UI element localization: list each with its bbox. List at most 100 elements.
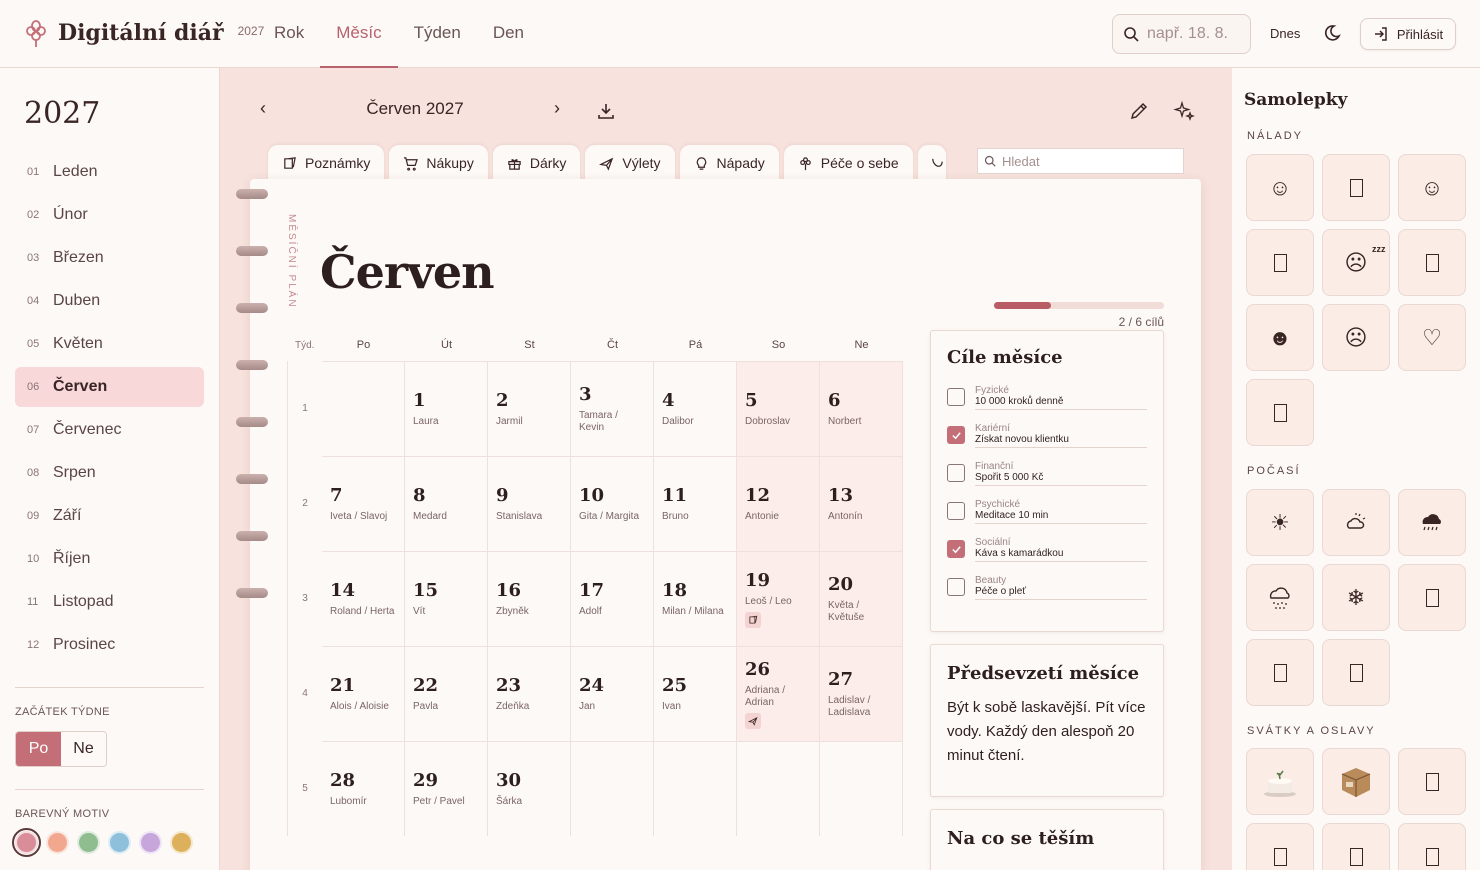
sidebar-month-item[interactable]: 01 Leden bbox=[15, 152, 204, 192]
holiday-sticker[interactable] bbox=[1246, 748, 1314, 815]
sidebar-month-item[interactable]: 05 Květen bbox=[15, 324, 204, 364]
goal-checkbox[interactable] bbox=[947, 426, 965, 444]
color-swatch[interactable] bbox=[170, 831, 193, 854]
sidebar-month-item[interactable]: 04 Duben bbox=[15, 281, 204, 321]
calendar-day-cell[interactable]: 12 Antonie bbox=[737, 456, 820, 551]
color-swatch[interactable] bbox=[139, 831, 162, 854]
holiday-sticker[interactable] bbox=[1398, 748, 1466, 815]
sparkle-icon[interactable] bbox=[1173, 100, 1195, 122]
goal-text[interactable]: Fyzické 10 000 kroků denně bbox=[975, 385, 1147, 410]
day-entry-marker[interactable] bbox=[745, 713, 761, 729]
calendar-day-cell[interactable]: 4 Dalibor bbox=[654, 361, 737, 456]
mood-sticker[interactable]: ☻ bbox=[1246, 304, 1314, 371]
calendar-day-cell[interactable]: 19 Leoš / Leo bbox=[737, 551, 820, 646]
weather-sticker[interactable] bbox=[1322, 489, 1390, 556]
holiday-sticker[interactable] bbox=[1322, 748, 1390, 815]
tab-month[interactable]: Měsíc bbox=[320, 0, 398, 68]
holiday-sticker[interactable] bbox=[1398, 823, 1466, 870]
mood-sticker[interactable]: ☹ bbox=[1322, 304, 1390, 371]
goal-text[interactable]: Sociální Káva s kamarádkou bbox=[975, 537, 1147, 562]
calendar-day-cell[interactable]: 28 Lubomír bbox=[322, 741, 405, 836]
goal-checkbox[interactable] bbox=[947, 540, 965, 558]
mood-sticker[interactable] bbox=[1246, 379, 1314, 446]
calendar-day-cell[interactable]: 14 Roland / Herta bbox=[322, 551, 405, 646]
weather-sticker[interactable]: ☀ bbox=[1246, 489, 1314, 556]
calendar-day-cell[interactable]: 29 Petr / Pavel bbox=[405, 741, 488, 836]
calendar-day-cell[interactable]: 17 Adolf bbox=[571, 551, 654, 646]
notebook-tab[interactable]: Péče o sebe bbox=[783, 145, 913, 181]
notebook-tab[interactable]: Nákupy bbox=[389, 145, 488, 181]
login-button[interactable]: Přihlásit bbox=[1360, 18, 1456, 50]
calendar-day-cell[interactable]: 25 Ivan bbox=[654, 646, 737, 741]
sidebar-month-item[interactable]: 10 Říjen bbox=[15, 539, 204, 579]
goal-text[interactable]: Finanční Spořit 5 000 Kč bbox=[975, 461, 1147, 486]
calendar-day-cell[interactable]: 2 Jarmil bbox=[488, 361, 571, 456]
calendar-day-cell[interactable]: 27 Ladislav / Ladislava bbox=[820, 646, 903, 741]
week-start-sunday[interactable]: Ne bbox=[61, 732, 106, 766]
calendar-day-cell[interactable]: 23 Zdeňka bbox=[488, 646, 571, 741]
color-swatch[interactable] bbox=[108, 831, 131, 854]
notebook-tab-more[interactable] bbox=[917, 145, 946, 181]
sidebar-month-item[interactable]: 03 Březen bbox=[15, 238, 204, 278]
mood-sticker[interactable] bbox=[1246, 229, 1314, 296]
mood-sticker[interactable]: ☺ bbox=[1246, 154, 1314, 221]
next-month-icon[interactable]: › bbox=[554, 98, 570, 119]
weather-sticker[interactable] bbox=[1246, 564, 1314, 631]
calendar-day-cell[interactable]: 26 Adriana / Adrian bbox=[737, 646, 820, 741]
weather-sticker[interactable] bbox=[1398, 564, 1466, 631]
sidebar-month-item[interactable]: 12 Prosinec bbox=[15, 625, 204, 665]
calendar-day-cell[interactable]: 16 Zbyněk bbox=[488, 551, 571, 646]
tab-day[interactable]: Den bbox=[477, 0, 540, 68]
sidebar-month-item[interactable]: 02 Únor bbox=[15, 195, 204, 235]
color-swatch[interactable] bbox=[12, 828, 41, 857]
calendar-day-cell[interactable]: 1 Laura bbox=[405, 361, 488, 456]
calendar-day-cell[interactable]: 3 Tamara / Kevin bbox=[571, 361, 654, 456]
app-logo[interactable]: Digitální diář 2027 bbox=[24, 18, 264, 48]
mood-sticker[interactable] bbox=[1322, 154, 1390, 221]
tab-year[interactable]: Rok bbox=[258, 0, 320, 68]
calendar-day-cell[interactable]: 24 Jan bbox=[571, 646, 654, 741]
weather-sticker[interactable] bbox=[1398, 489, 1466, 556]
moon-icon[interactable] bbox=[1324, 22, 1346, 44]
sidebar-month-item[interactable]: 08 Srpen bbox=[15, 453, 204, 493]
calendar-day-cell[interactable]: 7 Iveta / Slavoj bbox=[322, 456, 405, 551]
tab-week[interactable]: Týden bbox=[398, 0, 477, 68]
calendar-day-cell[interactable]: 8 Medard bbox=[405, 456, 488, 551]
sidebar-month-item[interactable]: 09 Září bbox=[15, 496, 204, 536]
sidebar-month-item[interactable]: 06 Červen bbox=[15, 367, 204, 407]
calendar-day-cell[interactable]: 21 Alois / Aloisie bbox=[322, 646, 405, 741]
mood-sticker[interactable] bbox=[1398, 229, 1466, 296]
calendar-day-cell[interactable]: 9 Stanislava bbox=[488, 456, 571, 551]
holiday-sticker[interactable] bbox=[1246, 823, 1314, 870]
weather-sticker[interactable]: ❄ bbox=[1322, 564, 1390, 631]
holiday-sticker[interactable] bbox=[1322, 823, 1390, 870]
notebook-tab[interactable]: Dárky bbox=[492, 145, 581, 181]
weather-sticker[interactable] bbox=[1322, 639, 1390, 706]
goal-checkbox[interactable] bbox=[947, 464, 965, 482]
mood-sticker[interactable]: ☺ bbox=[1398, 154, 1466, 221]
mood-sticker[interactable]: ☹ zzz bbox=[1322, 229, 1390, 296]
goal-text[interactable]: Psychické Meditace 10 min bbox=[975, 499, 1147, 524]
calendar-day-cell[interactable]: 30 Šárka bbox=[488, 741, 571, 836]
tab-search-input[interactable] bbox=[1002, 153, 1182, 169]
notebook-tab[interactable]: Poznámky bbox=[268, 145, 385, 181]
calendar-day-cell[interactable]: 10 Gita / Margita bbox=[571, 456, 654, 551]
calendar-day-cell[interactable]: 5 Dobroslav bbox=[737, 361, 820, 456]
sidebar-month-item[interactable]: 11 Listopad bbox=[15, 582, 204, 622]
download-icon[interactable] bbox=[597, 102, 615, 120]
resolution-text[interactable]: Být k sobě laskavější. Pít více vody. Ka… bbox=[947, 696, 1147, 768]
color-swatch[interactable] bbox=[77, 831, 100, 854]
calendar-day-cell[interactable]: 15 Vít bbox=[405, 551, 488, 646]
calendar-day-cell[interactable]: 11 Bruno bbox=[654, 456, 737, 551]
calendar-day-cell[interactable]: 13 Antonín bbox=[820, 456, 903, 551]
calendar-day-cell[interactable]: 20 Květa / Květuše bbox=[820, 551, 903, 646]
sidebar-month-item[interactable]: 07 Červenec bbox=[15, 410, 204, 450]
goal-checkbox[interactable] bbox=[947, 578, 965, 596]
day-entry-marker[interactable] bbox=[745, 612, 761, 628]
goal-text[interactable]: Beauty Péče o pleť bbox=[975, 575, 1147, 600]
calendar-day-cell[interactable]: 18 Milan / Milana bbox=[654, 551, 737, 646]
calendar-day-cell[interactable]: 22 Pavla bbox=[405, 646, 488, 741]
pencil-icon[interactable] bbox=[1129, 101, 1149, 121]
goal-checkbox[interactable] bbox=[947, 388, 965, 406]
week-start-monday[interactable]: Po bbox=[16, 732, 61, 766]
